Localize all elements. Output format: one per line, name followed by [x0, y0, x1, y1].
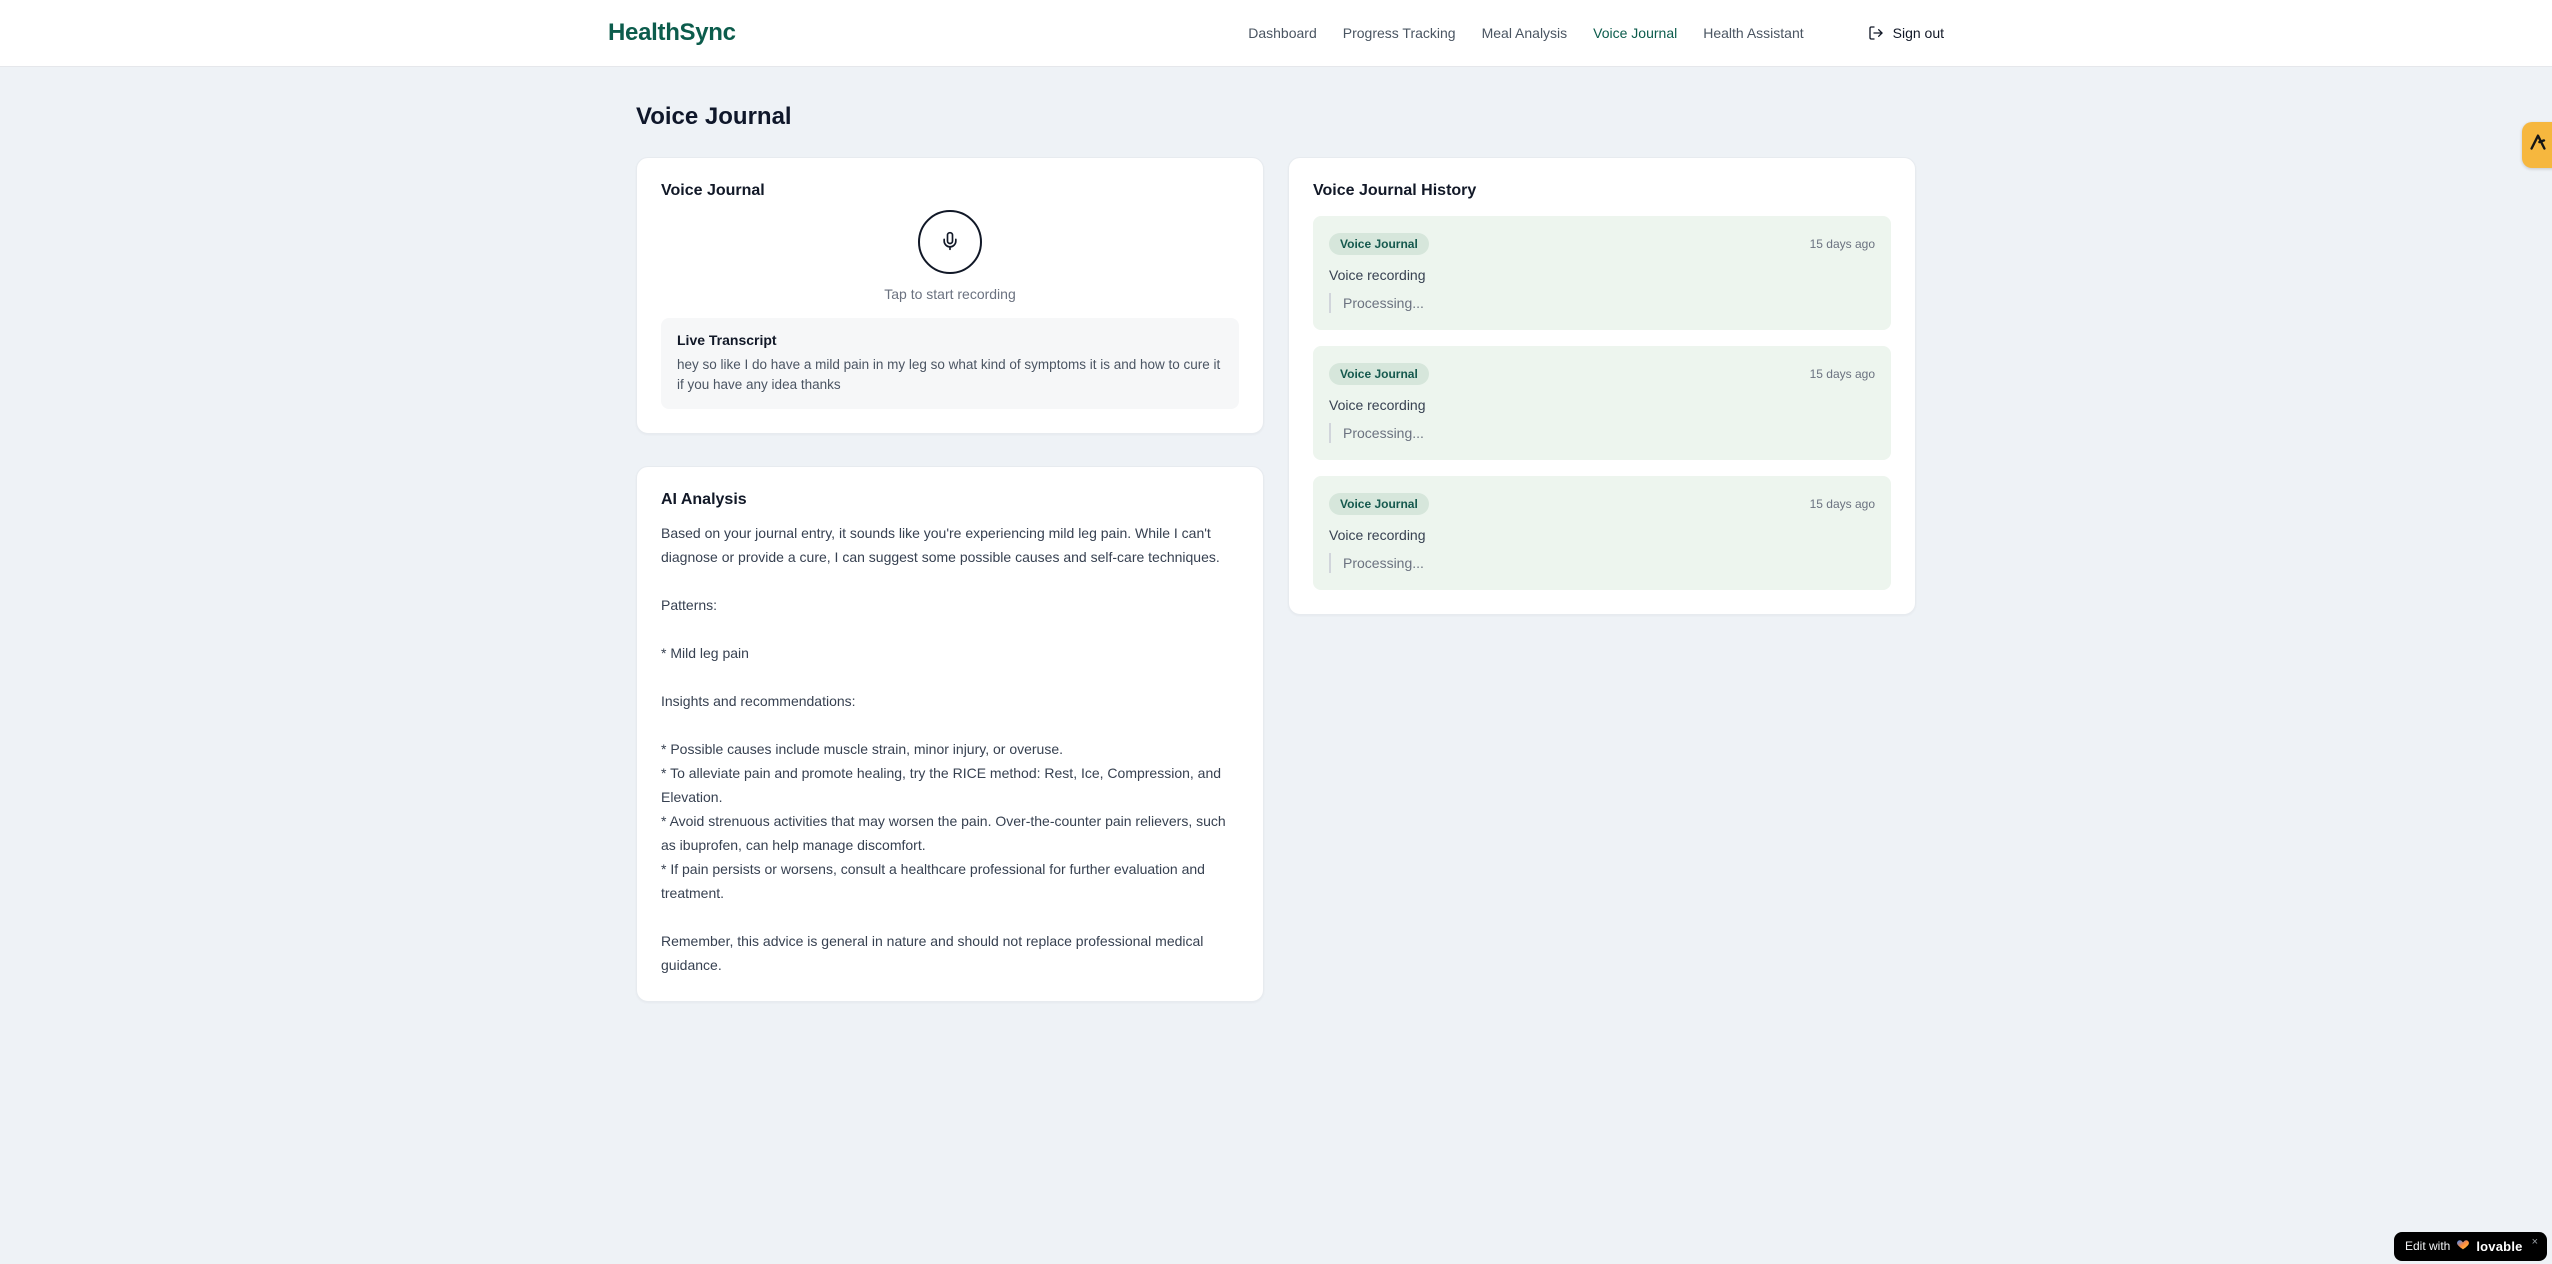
entry-timestamp: 15 days ago	[1809, 497, 1875, 511]
heart-icon	[2456, 1237, 2470, 1255]
nav-item-meal-analysis[interactable]: Meal Analysis	[1482, 25, 1568, 41]
ai-analysis-body: Based on your journal entry, it sounds l…	[661, 525, 1226, 973]
lovable-prefix-label: Edit with	[2405, 1239, 2451, 1253]
entry-label: Voice recording	[1329, 527, 1426, 543]
app-header: HealthSync Dashboard Progress Tracking M…	[0, 0, 2552, 67]
entry-type-badge: Voice Journal	[1329, 363, 1429, 385]
live-transcript-text: hey so like I do have a mild pain in my …	[677, 357, 1221, 392]
history-entry[interactable]: Voice Journal 15 days ago Voice recordin…	[1313, 216, 1891, 330]
nav-item-progress-tracking[interactable]: Progress Tracking	[1343, 25, 1456, 41]
lovable-brand-label: lovable	[2476, 1238, 2523, 1254]
history-entry-header: Voice Journal 15 days ago	[1329, 493, 1875, 515]
ai-analysis-title: AI Analysis	[661, 491, 747, 508]
live-transcript-title: Live Transcript	[677, 332, 777, 348]
brand-logo[interactable]: HealthSync	[608, 19, 736, 47]
voice-journal-card-title: Voice Journal	[661, 182, 765, 199]
entry-label: Voice recording	[1329, 267, 1426, 283]
history-entry-header: Voice Journal 15 days ago	[1329, 233, 1875, 255]
ai-analysis-card: AI Analysis Based on your journal entry,…	[636, 466, 1264, 1002]
microphone-icon	[940, 231, 960, 254]
entry-type-badge: Voice Journal	[1329, 493, 1429, 515]
entry-processing-status: Processing...	[1329, 423, 1875, 443]
left-column: Voice Journal Tap to start recording Liv…	[636, 157, 1264, 1002]
entry-label: Voice recording	[1329, 397, 1426, 413]
right-column: Voice Journal History Voice Journal 15 d…	[1288, 157, 1916, 615]
voice-journal-card: Voice Journal Tap to start recording Liv…	[636, 157, 1264, 434]
history-entry[interactable]: Voice Journal 15 days ago Voice recordin…	[1313, 476, 1891, 590]
history-entry[interactable]: Voice Journal 15 days ago Voice recordin…	[1313, 346, 1891, 460]
nav-item-dashboard[interactable]: Dashboard	[1248, 25, 1317, 41]
main-content: Voice Journal Voice Journal Tap to start…	[636, 67, 1916, 1002]
entry-processing-status: Processing...	[1329, 293, 1875, 313]
header-inner: HealthSync Dashboard Progress Tracking M…	[608, 0, 1944, 66]
lovable-edit-badge[interactable]: Edit with lovable ×	[2394, 1232, 2547, 1261]
content-grid: Voice Journal Tap to start recording Liv…	[636, 157, 1916, 1002]
history-card-title: Voice Journal History	[1313, 182, 1477, 199]
nav-item-health-assistant[interactable]: Health Assistant	[1703, 25, 1803, 41]
voice-journal-history-card: Voice Journal History Voice Journal 15 d…	[1288, 157, 1916, 615]
widget-logo-icon	[2527, 132, 2549, 159]
entry-timestamp: 15 days ago	[1809, 237, 1875, 251]
entry-type-badge: Voice Journal	[1329, 233, 1429, 255]
entry-timestamp: 15 days ago	[1809, 367, 1875, 381]
side-widget-button[interactable]	[2522, 122, 2552, 168]
log-out-icon	[1868, 25, 1884, 41]
record-button[interactable]	[918, 210, 982, 274]
mic-area: Tap to start recording	[661, 210, 1239, 302]
sign-out-label: Sign out	[1892, 25, 1944, 41]
history-entry-header: Voice Journal 15 days ago	[1329, 363, 1875, 385]
live-transcript-box: Live Transcript hey so like I do have a …	[661, 318, 1239, 409]
entry-processing-status: Processing...	[1329, 553, 1875, 573]
nav-item-voice-journal[interactable]: Voice Journal	[1593, 25, 1677, 41]
tap-to-record-hint: Tap to start recording	[884, 286, 1016, 302]
sign-out-button[interactable]: Sign out	[1868, 25, 1944, 41]
lovable-close-icon[interactable]: ×	[2532, 1237, 2538, 1248]
page-title: Voice Journal	[636, 103, 792, 130]
main-nav: Dashboard Progress Tracking Meal Analysi…	[1248, 25, 1944, 41]
